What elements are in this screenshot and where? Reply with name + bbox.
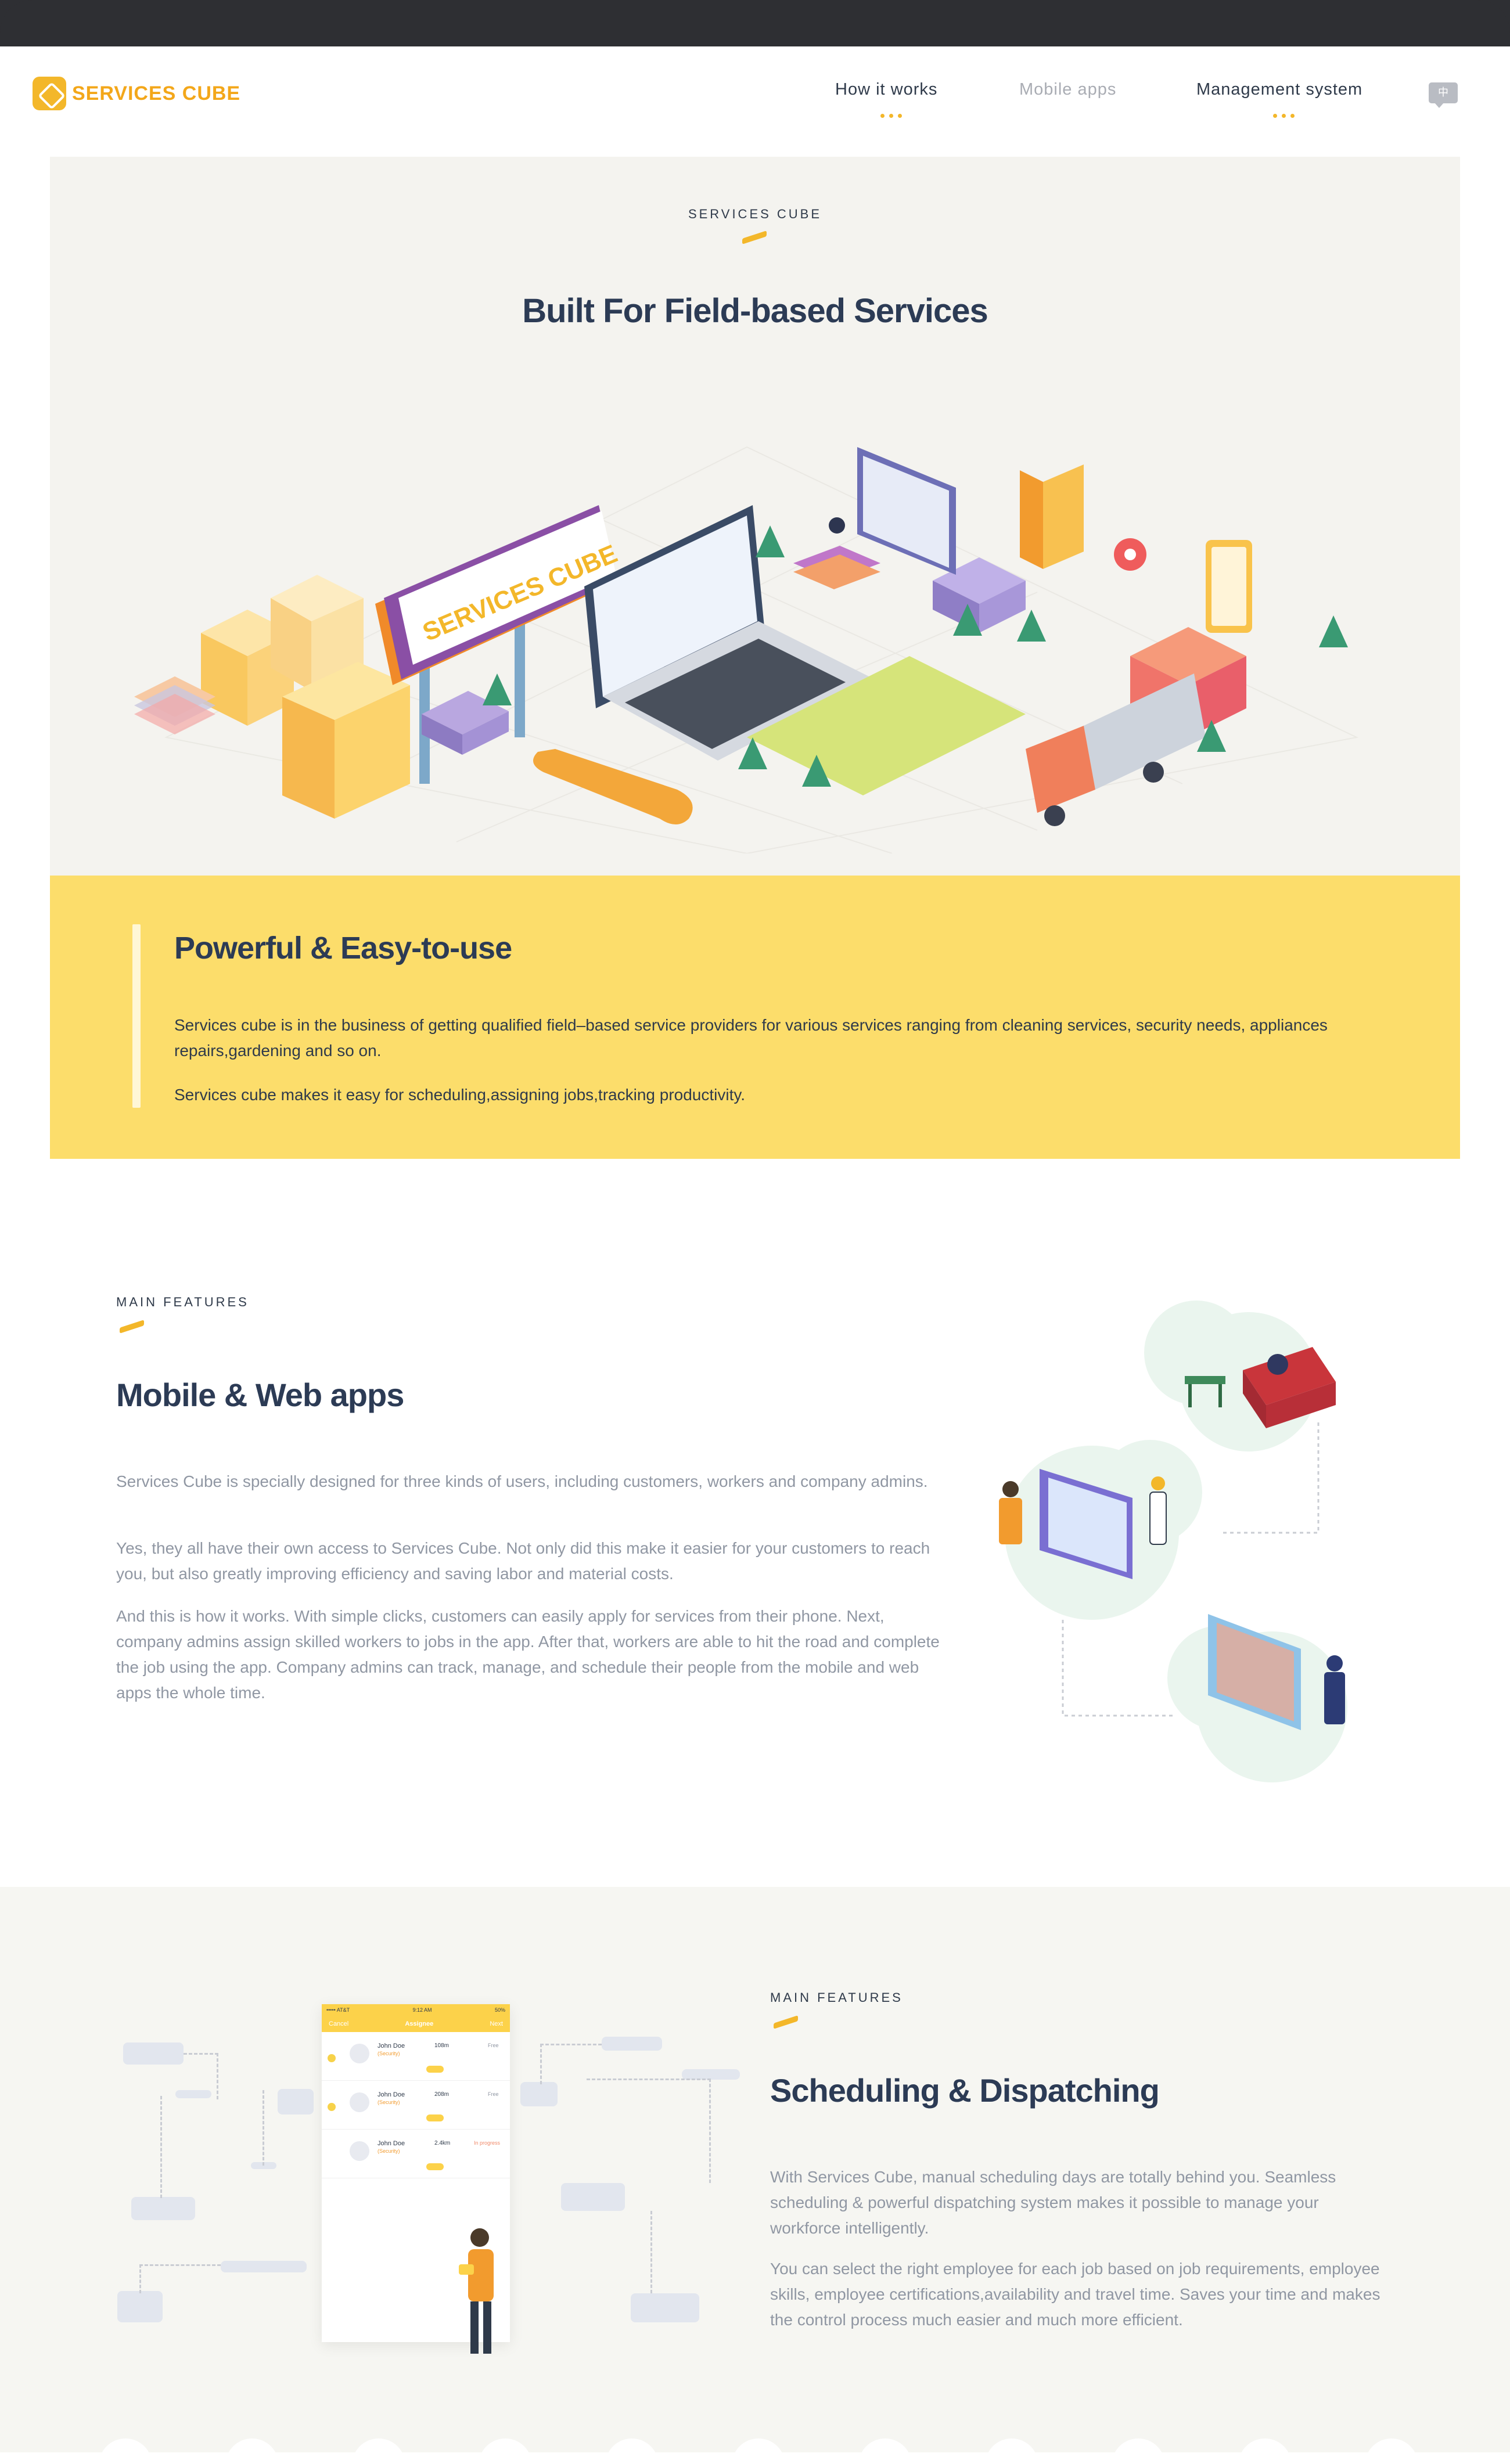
accent-dash: [120, 1320, 144, 1334]
nav-mobile-apps[interactable]: Mobile apps: [1019, 80, 1116, 99]
intro-section: Powerful & Easy-to-use Services cube is …: [50, 876, 1460, 1159]
worker-figure-illustration: [459, 2228, 494, 2354]
status-carrier: ••••• AT&T: [326, 2007, 350, 2013]
scheduling-section: ••••• AT&T 9:12 AM 50% Cancel Assignee N…: [0, 1887, 1510, 2464]
skill-badge: [426, 2066, 444, 2073]
hero-eyebrow: SERVICES CUBE: [688, 207, 822, 221]
status-battery: 50%: [494, 2007, 505, 2013]
intro-title: Powerful & Easy-to-use: [174, 931, 512, 966]
isometric-city-illustration: SERVICES CUBE: [134, 446, 1359, 853]
feature-paragraph: And this is how it works. With simple cl…: [116, 1607, 940, 1702]
phone-title: Assignee: [405, 2020, 434, 2027]
worker-distance: 208m: [434, 2091, 450, 2098]
hero-section: SERVICES CUBE Built For Field-based Serv…: [50, 157, 1460, 876]
scalloped-edge: [0, 2438, 1510, 2464]
accent-dash: [774, 2015, 798, 2029]
diagram-node: [631, 2293, 699, 2322]
worker-status: Free: [488, 2091, 499, 2097]
diagram-node: [131, 2197, 195, 2220]
list-item[interactable]: John Doe (Security) 108m Free: [322, 2032, 510, 2081]
worker-role: (Security): [378, 2099, 400, 2105]
diagram-node: [561, 2183, 625, 2211]
feature-paragraph: With Services Cube, manual scheduling da…: [770, 2168, 1336, 2237]
feature-title: Mobile & Web apps: [116, 1377, 404, 1413]
feature-paragraph: Services Cube is specially designed for …: [116, 1472, 928, 1490]
worker-name: John Doe: [378, 2140, 405, 2147]
feature-paragraph: You can select the right employee for ea…: [770, 2260, 1380, 2329]
radio-selected[interactable]: [328, 2054, 336, 2062]
avatar: [350, 2141, 369, 2161]
feature-title: Scheduling & Dispatching: [770, 2072, 1160, 2109]
users-flow-illustration: [999, 1301, 1347, 1782]
feature-eyebrow: MAIN FEATURES: [116, 1295, 249, 1309]
quote-bar: [132, 924, 141, 1108]
worker-name: John Doe: [378, 2042, 405, 2049]
status-time: 9:12 AM: [412, 2007, 432, 2013]
avatar: [350, 2044, 369, 2063]
active-indicator-dots: [880, 114, 902, 118]
radio-selected[interactable]: [328, 2103, 336, 2111]
worker-name: John Doe: [378, 2091, 405, 2098]
feature-paragraph: Yes, they all have their own access to S…: [116, 1539, 930, 1583]
active-indicator-dots: [1273, 114, 1295, 118]
cancel-button[interactable]: Cancel: [329, 2020, 348, 2027]
diagram-node: [602, 2037, 662, 2051]
logo[interactable]: SERVICES CUBE: [33, 77, 240, 110]
nav-management-system[interactable]: Management system: [1196, 80, 1362, 99]
diagram-node: [221, 2261, 307, 2272]
avatar: [350, 2092, 369, 2112]
top-navigation: SERVICES CUBE How it works Mobile apps M…: [0, 46, 1510, 157]
intro-paragraph: Services cube is in the business of gett…: [174, 1016, 1328, 1060]
worker-status: Free: [488, 2042, 499, 2048]
next-button[interactable]: Next: [490, 2020, 503, 2027]
worker-status: In progress: [474, 2140, 501, 2146]
skill-badge: [426, 2163, 444, 2170]
browser-frame: [0, 0, 1510, 46]
nav-how-it-works[interactable]: How it works: [835, 80, 937, 99]
cube-logo-icon: [33, 77, 66, 110]
list-item[interactable]: John Doe (Security) 2.4km In progress: [322, 2130, 510, 2178]
worker-distance: 108m: [434, 2042, 450, 2049]
worker-role: (Security): [378, 2051, 400, 2056]
language-switch-button[interactable]: 中: [1429, 82, 1458, 108]
diagram-node: [123, 2042, 184, 2065]
skill-badge: [426, 2114, 444, 2121]
diagram-node: [117, 2291, 163, 2322]
intro-paragraph: Services cube makes it easy for scheduli…: [174, 1086, 746, 1104]
worker-role: (Security): [378, 2148, 400, 2154]
worker-distance: 2.4km: [434, 2140, 451, 2146]
hero-title: Built For Field-based Services: [522, 292, 988, 330]
list-item[interactable]: John Doe (Security) 208m Free: [322, 2081, 510, 2130]
feature-eyebrow: MAIN FEATURES: [770, 1990, 903, 2005]
diagram-node: [520, 2082, 558, 2106]
accent-dash: [742, 230, 767, 244]
logo-text: SERVICES CUBE: [72, 82, 241, 105]
